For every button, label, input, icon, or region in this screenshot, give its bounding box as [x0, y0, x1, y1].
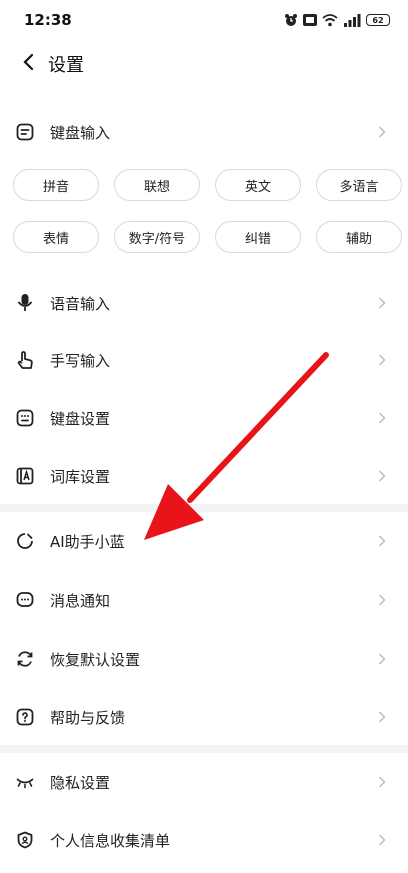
- menu-item-ai-assistant[interactable]: AI助手小蓝: [0, 516, 408, 566]
- menu-item-label: 键盘输入: [50, 123, 111, 142]
- section-divider: [0, 504, 408, 512]
- status-time: 12:38: [24, 11, 72, 29]
- menu-item-label: AI助手小蓝: [50, 532, 125, 551]
- hand-pointer-icon: [14, 349, 36, 371]
- chip-correction[interactable]: 纠错: [215, 221, 301, 253]
- closed-eye-icon: [14, 771, 36, 793]
- menu-item-label: 消息通知: [50, 591, 111, 610]
- dictionary-icon: [14, 465, 36, 487]
- chevron-left-icon: [21, 53, 35, 75]
- chevron-right-icon: [374, 709, 390, 725]
- menu-item-label: 语音输入: [50, 294, 111, 313]
- menu-item-privacy-settings[interactable]: 隐私设置: [0, 757, 408, 807]
- header: 设置: [0, 44, 408, 84]
- chip-pinyin[interactable]: 拼音: [13, 169, 99, 201]
- status-icons: 62: [284, 13, 390, 27]
- keyboard-icon: [14, 407, 36, 429]
- menu-item-restore-defaults[interactable]: 恢复默认设置: [0, 634, 408, 684]
- chevron-right-icon: [374, 651, 390, 667]
- section-divider: [0, 745, 408, 753]
- status-bar: 12:38 62: [0, 0, 408, 40]
- page-title: 设置: [48, 55, 84, 76]
- chevron-right-icon: [374, 295, 390, 311]
- chip-emoji[interactable]: 表情: [13, 221, 99, 253]
- menu-item-handwriting-input[interactable]: 手写输入: [0, 335, 408, 385]
- chip-english[interactable]: 英文: [215, 169, 301, 201]
- hd-icon: [303, 14, 317, 26]
- menu-item-keyboard-settings[interactable]: 键盘设置: [0, 393, 408, 443]
- chevron-right-icon: [374, 592, 390, 608]
- menu-item-dictionary-settings[interactable]: 词库设置: [0, 451, 408, 501]
- battery-icon: 62: [366, 14, 390, 26]
- menu-item-label: 隐私设置: [50, 773, 111, 792]
- wifi-icon: [322, 13, 338, 27]
- menu-item-personal-info-list[interactable]: 个人信息收集清单: [0, 815, 408, 865]
- chevron-right-icon: [374, 468, 390, 484]
- message-icon: [14, 589, 36, 611]
- keyboard-input-chips-row-1: 拼音 联想 英文 多语言: [13, 169, 405, 201]
- chevron-right-icon: [374, 410, 390, 426]
- menu-item-help-feedback[interactable]: 帮助与反馈: [0, 692, 408, 742]
- chevron-right-icon: [374, 832, 390, 848]
- chip-association[interactable]: 联想: [114, 169, 200, 201]
- menu-item-label: 帮助与反馈: [50, 708, 126, 727]
- menu-item-keyboard-input[interactable]: 键盘输入: [0, 107, 408, 157]
- refresh-icon: [14, 648, 36, 670]
- menu-item-message-notification[interactable]: 消息通知: [0, 575, 408, 625]
- alarm-icon: [284, 13, 298, 27]
- chip-multilanguage[interactable]: 多语言: [316, 169, 402, 201]
- chip-auxiliary[interactable]: 辅助: [316, 221, 402, 253]
- chevron-right-icon: [374, 124, 390, 140]
- microphone-icon: [14, 292, 36, 314]
- back-button[interactable]: [8, 44, 48, 84]
- menu-item-label: 手写输入: [50, 351, 111, 370]
- menu-item-label: 恢复默认设置: [50, 650, 141, 669]
- chip-number-symbol[interactable]: 数字/符号: [114, 221, 200, 253]
- ai-assistant-icon: [14, 530, 36, 552]
- chevron-right-icon: [374, 533, 390, 549]
- keyboard-input-icon: [14, 121, 36, 143]
- menu-item-label: 键盘设置: [50, 409, 111, 428]
- menu-item-label: 个人信息收集清单: [50, 831, 171, 850]
- chevron-right-icon: [374, 774, 390, 790]
- help-icon: [14, 706, 36, 728]
- menu-item-label: 词库设置: [50, 467, 111, 486]
- signal-icon: [343, 13, 361, 27]
- menu-item-voice-input[interactable]: 语音输入: [0, 278, 408, 328]
- chevron-right-icon: [374, 352, 390, 368]
- shield-icon: [14, 829, 36, 851]
- keyboard-input-chips-row-2: 表情 数字/符号 纠错 辅助: [13, 221, 405, 253]
